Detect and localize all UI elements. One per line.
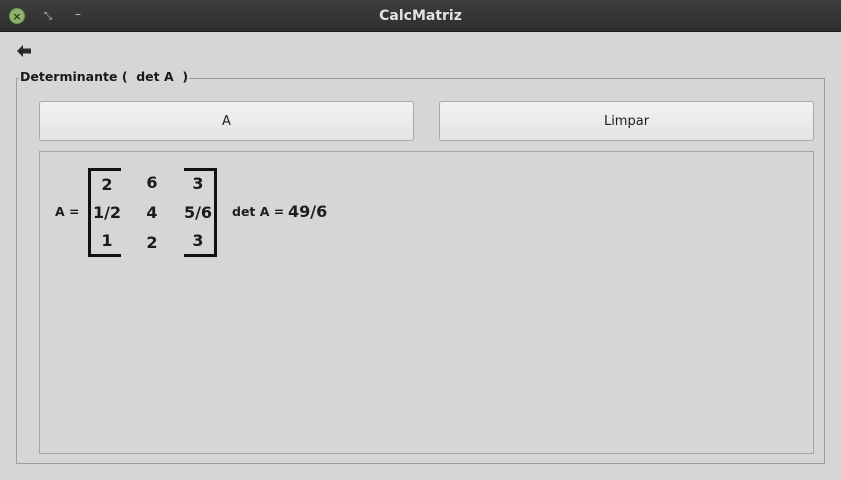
matrix-label: A = <box>55 204 80 219</box>
group-title: Determinante ( det A ) <box>19 69 190 84</box>
matrix-cell: 1 <box>101 231 113 250</box>
matrix-a-button[interactable]: A <box>39 101 414 141</box>
back-button[interactable] <box>14 42 34 60</box>
determinant-label: det A = <box>232 204 285 219</box>
matrix-cell: 2 <box>101 175 113 194</box>
matrix-cell: 3 <box>192 174 204 193</box>
matrix-cell: 5/6 <box>183 203 213 222</box>
title-bar[interactable]: × ⤡ – CalcMatriz <box>0 0 841 32</box>
matrix-cell: 2 <box>146 233 158 252</box>
matrix-cell: 3 <box>192 231 204 250</box>
clear-button[interactable]: Limpar <box>439 101 814 141</box>
window-title: CalcMatriz <box>379 8 462 24</box>
matrix-cell: 1/2 <box>92 203 122 222</box>
matrix-cell: 6 <box>146 173 158 192</box>
determinant-value: 49/6 <box>288 202 328 221</box>
arrow-left-icon <box>17 45 31 57</box>
app-window: × ⤡ – CalcMatriz Determinante ( det A ) … <box>0 0 841 480</box>
result-panel <box>39 151 814 454</box>
matrix-cell: 4 <box>146 203 158 222</box>
